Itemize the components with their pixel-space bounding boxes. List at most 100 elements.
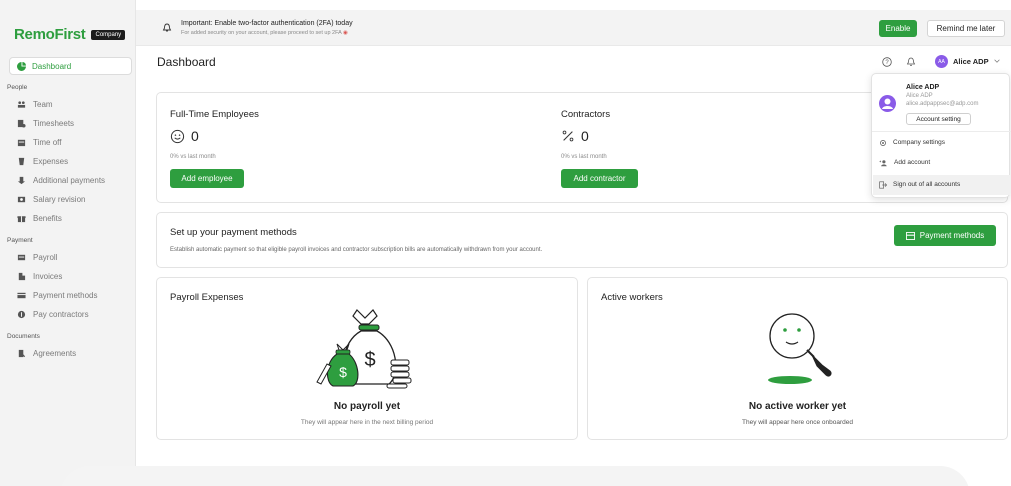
account-setting-button[interactable]: Account setting <box>906 113 971 125</box>
card-icon <box>905 231 915 240</box>
payment-setup-title: Set up your payment methods <box>170 227 297 238</box>
calendar-icon <box>17 139 26 146</box>
payroll-empty-title: No payroll yet <box>333 401 401 412</box>
sidebar-item-label: Team <box>33 99 53 109</box>
sidebar-item-agreements[interactable]: Agreements <box>17 346 76 360</box>
sidebar-item-label: Invoices <box>33 271 63 281</box>
sidebar-item-payroll[interactable]: Payroll <box>17 250 57 264</box>
money-bags-illustration: $ $ <box>316 309 412 389</box>
expenses-icon <box>18 157 25 165</box>
sidebar-item-label: Agreements <box>33 348 77 358</box>
payroll-expenses-title: Payroll Expenses <box>170 292 244 303</box>
shield-icon: ◉ <box>343 30 348 36</box>
add-user-icon <box>879 159 887 166</box>
sidebar-item-label: Time off <box>33 137 62 147</box>
sidebar-item-label: Pay contractors <box>33 309 89 319</box>
workers-empty-title: No active worker yet <box>748 401 847 412</box>
remind-me-later-button[interactable]: Remind me later <box>927 20 1005 37</box>
account-dropdown: Alice ADP Alice ADP alice.adpappsec@adp.… <box>871 73 1011 198</box>
sign-out-icon <box>879 180 887 189</box>
payroll-empty-subtitle: They will appear here in the next billin… <box>300 419 434 426</box>
magnifier-illustration <box>768 313 832 384</box>
sidebar-item-label: Payroll <box>33 252 58 262</box>
dropdown-item-sign-out[interactable]: Sign out of all accounts <box>879 178 960 191</box>
sidebar-item-additional-payments[interactable]: Additional payments <box>17 173 105 187</box>
dropdown-item-company-settings[interactable]: Company settings <box>879 136 945 149</box>
invoice-icon <box>18 272 26 280</box>
payment-setup-description: Establish automatic payment so that elig… <box>170 247 543 253</box>
notifications-icon[interactable] <box>906 57 916 67</box>
payment-methods-button[interactable]: Payment methods <box>894 225 996 246</box>
dropdown-item-label: Add account <box>894 159 931 166</box>
dropdown-user-email: alice.adpappsec@adp.com <box>906 101 979 107</box>
enable-2fa-button[interactable]: Enable <box>879 20 917 37</box>
gift-icon <box>17 215 26 222</box>
sidebar-item-payment-methods[interactable]: Payment methods <box>17 288 97 302</box>
employees-title: Full-Time Employees <box>170 109 259 120</box>
bell-icon <box>162 23 172 32</box>
active-workers-card: Active workers No active worker yet They… <box>587 277 1008 440</box>
user-menu-name[interactable]: Alice ADP <box>953 57 989 66</box>
contractors-delta: 0% vs last month <box>561 154 607 160</box>
banner-subtitle: For added security on your account, plea… <box>181 30 348 36</box>
dropdown-item-label: Company settings <box>893 139 946 146</box>
contractors-title: Contractors <box>561 109 611 120</box>
chevron-down-icon[interactable] <box>993 57 1001 65</box>
sidebar-item-label: Dashboard <box>32 61 72 71</box>
employees-count: 0 <box>170 128 199 144</box>
avatar[interactable]: AA <box>935 55 948 68</box>
smile-icon <box>170 129 185 143</box>
sidebar-item-salary-revision[interactable]: Salary revision <box>17 192 85 206</box>
sidebar-item-label: Timesheets <box>33 118 75 128</box>
percent-icon <box>562 130 574 142</box>
sidebar-item-invoices[interactable]: Invoices <box>17 269 62 283</box>
sidebar-item-label: Salary revision <box>33 194 86 204</box>
sidebar-item-label: Payment methods <box>33 290 98 300</box>
dropdown-user-subname: Alice ADP <box>906 93 933 99</box>
active-workers-title: Active workers <box>601 292 663 303</box>
payment-setup-card: Set up your payment methods Establish au… <box>156 212 1008 268</box>
payment-methods-label: Payment methods <box>919 231 985 240</box>
sidebar: RemoFirst Company Dashboard People Team … <box>0 0 136 486</box>
svg-text:?: ? <box>885 60 889 66</box>
pie-chart-icon <box>17 61 26 71</box>
agreement-icon <box>18 349 26 357</box>
sidebar-item-time-off[interactable]: Time off <box>17 135 61 149</box>
two-factor-banner: Important: Enable two-factor authenticat… <box>136 10 1011 46</box>
contractors-count-value: 0 <box>581 128 589 144</box>
sidebar-item-label: Benefits <box>33 213 62 223</box>
bottom-overlay <box>60 466 970 486</box>
logo[interactable]: RemoFirst Company <box>14 26 126 43</box>
banner-title: Important: Enable two-factor authenticat… <box>181 20 353 27</box>
user-icon <box>882 98 893 109</box>
dropdown-divider <box>872 131 1011 132</box>
salary-revision-icon <box>17 196 26 202</box>
employees-delta: 0% vs last month <box>170 154 216 160</box>
payroll-icon <box>17 254 26 260</box>
avatar <box>879 95 896 112</box>
dropdown-item-label: Sign out of all accounts <box>893 181 961 188</box>
sidebar-item-pay-contractors[interactable]: Pay contractors <box>17 307 89 321</box>
dropdown-user-name: Alice ADP <box>906 84 940 91</box>
sidebar-item-label: Additional payments <box>33 175 106 185</box>
timesheets-icon <box>17 119 26 128</box>
dropdown-item-add-account[interactable]: Add account <box>879 156 930 169</box>
employees-count-value: 0 <box>191 128 199 144</box>
section-title-payment: Payment <box>7 237 33 244</box>
contractors-count: 0 <box>561 128 589 144</box>
add-employee-button[interactable]: Add employee <box>170 169 244 188</box>
section-title-people: People <box>7 84 28 91</box>
sidebar-item-dashboard[interactable]: Dashboard <box>9 57 132 75</box>
sidebar-item-benefits[interactable]: Benefits <box>17 211 62 225</box>
sidebar-item-label: Expenses <box>33 156 69 166</box>
sidebar-item-expenses[interactable]: Expenses <box>17 154 68 168</box>
page-title: Dashboard <box>157 55 216 69</box>
card-icon <box>17 292 26 298</box>
add-contractor-button[interactable]: Add contractor <box>561 169 638 188</box>
sidebar-item-timesheets[interactable]: Timesheets <box>17 116 74 130</box>
svg-text:$: $ <box>364 349 375 371</box>
pay-icon <box>17 310 26 318</box>
logo-text: RemoFirst <box>14 26 86 43</box>
help-icon[interactable]: ? <box>882 57 892 67</box>
sidebar-item-team[interactable]: Team <box>17 97 53 111</box>
